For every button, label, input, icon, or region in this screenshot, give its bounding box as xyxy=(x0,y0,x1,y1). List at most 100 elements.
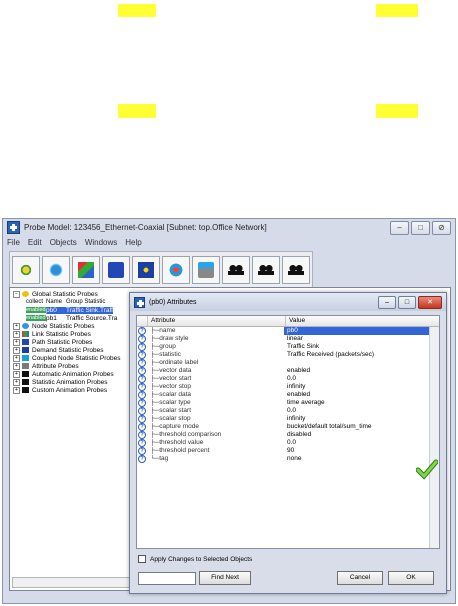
attribute-value[interactable]: disabled xyxy=(284,431,439,439)
help-icon[interactable]: ? xyxy=(138,399,146,407)
attribute-value[interactable]: infinity xyxy=(284,415,439,423)
tree-item-category[interactable]: + Custom Animation Probes xyxy=(12,386,137,394)
table-row[interactable]: ? ├─group Traffic Sink xyxy=(137,343,439,351)
help-icon[interactable]: ? xyxy=(138,327,146,335)
probe-row-pb1[interactable]: enabled pb1 Traffic Source.Tra xyxy=(12,314,137,322)
help-icon[interactable]: ? xyxy=(138,335,146,343)
expand-icon[interactable]: + xyxy=(13,362,20,370)
tree-item-category[interactable]: + Automatic Animation Probes xyxy=(12,370,137,378)
tree-item-category[interactable]: + Link Statistic Probes xyxy=(12,330,137,338)
attribute-value[interactable]: enabled xyxy=(284,367,439,375)
help-icon[interactable]: ? xyxy=(138,351,146,359)
help-icon[interactable]: ? xyxy=(138,455,146,463)
attribute-value[interactable] xyxy=(284,359,439,367)
help-icon[interactable]: ? xyxy=(138,423,146,431)
custom-animation-icon[interactable] xyxy=(282,256,310,284)
expand-icon[interactable]: + xyxy=(13,386,20,394)
expand-icon[interactable]: + xyxy=(13,354,20,362)
help-icon[interactable]: ? xyxy=(138,367,146,375)
expand-icon[interactable]: + xyxy=(13,370,20,378)
menu-help[interactable]: Help xyxy=(125,238,141,247)
apply-changes-checkbox[interactable] xyxy=(138,555,146,563)
attribute-value[interactable]: linear xyxy=(284,335,439,343)
minimize-button[interactable]: – xyxy=(378,296,396,309)
expand-icon[interactable]: + xyxy=(13,330,20,338)
column-attribute[interactable]: Attribute xyxy=(148,316,286,326)
tree-item-category[interactable]: + Node Statistic Probes xyxy=(12,322,137,330)
attribute-value[interactable]: time average xyxy=(284,399,439,407)
expand-icon[interactable]: + xyxy=(13,346,20,354)
find-next-button[interactable]: Find Next xyxy=(199,571,251,585)
animation-probe-icon[interactable] xyxy=(222,256,250,284)
table-row[interactable]: ? ├─vector start 0.0 xyxy=(137,375,439,383)
tree-item-category[interactable]: + Attribute Probes xyxy=(12,362,137,370)
ok-button[interactable]: OK xyxy=(388,571,434,585)
attribute-probe-icon[interactable] xyxy=(192,256,220,284)
attribute-value[interactable]: bucket/default total/sum_time xyxy=(284,423,439,431)
help-icon[interactable]: ? xyxy=(138,431,146,439)
collapse-icon[interactable]: − xyxy=(13,290,20,298)
table-row[interactable]: ? ├─scalar stop infinity xyxy=(137,415,439,423)
maximize-button[interactable]: □ xyxy=(411,221,430,235)
tree-item-category[interactable]: + Path Statistic Probes xyxy=(12,338,137,346)
help-icon[interactable]: ? xyxy=(138,415,146,423)
cancel-button[interactable]: Cancel xyxy=(337,571,383,585)
probe-row-pb0[interactable]: enabled pb0 Traffic Sink.Traff xyxy=(12,306,137,314)
table-row[interactable]: ? └─tag none xyxy=(137,455,439,463)
horizontal-scrollbar[interactable] xyxy=(12,577,134,588)
tree-item-global[interactable]: − Global Statistic Probes xyxy=(12,290,137,298)
help-icon[interactable]: ? xyxy=(138,343,146,351)
column-value[interactable]: Value xyxy=(286,316,439,326)
demand-statistic-probe-icon[interactable] xyxy=(132,256,160,284)
coupled-probe-icon[interactable] xyxy=(162,256,190,284)
table-row[interactable]: ? ├─vector data enabled xyxy=(137,367,439,375)
table-row[interactable]: ? ├─threshold comparison disabled xyxy=(137,431,439,439)
attribute-value[interactable]: infinity xyxy=(284,383,439,391)
menu-objects[interactable]: Objects xyxy=(50,238,77,247)
table-row[interactable]: ? ├─statistic Traffic Received (packets/se… xyxy=(137,351,439,359)
vertical-scrollbar[interactable] xyxy=(429,327,439,548)
menu-windows[interactable]: Windows xyxy=(85,238,117,247)
attribute-value[interactable]: 0.0 xyxy=(284,407,439,415)
close-button[interactable]: ⊘ xyxy=(432,221,451,235)
apply-changes-option[interactable]: Apply Changes to Selected Objects xyxy=(138,555,252,563)
attribute-value[interactable]: pb0 xyxy=(284,327,439,335)
table-row[interactable]: ? ├─scalar start 0.0 xyxy=(137,407,439,415)
table-row[interactable]: ? ├─name pb0 xyxy=(137,327,439,335)
expand-icon[interactable]: + xyxy=(13,322,20,330)
menu-file[interactable]: File xyxy=(7,238,20,247)
table-row[interactable]: ? ├─capture mode bucket/default total/sum_… xyxy=(137,423,439,431)
table-row[interactable]: ? ├─scalar data enabled xyxy=(137,391,439,399)
help-icon[interactable]: ? xyxy=(138,439,146,447)
tree-item-category[interactable]: + Demand Statistic Probes xyxy=(12,346,137,354)
expand-icon[interactable]: + xyxy=(13,378,20,386)
table-row[interactable]: ? ├─scalar type time average xyxy=(137,399,439,407)
table-row[interactable]: ? ├─threshold value 0.0 xyxy=(137,439,439,447)
link-statistic-probe-icon[interactable] xyxy=(72,256,100,284)
attribute-value[interactable]: 0.0 xyxy=(284,375,439,383)
tree-item-category[interactable]: + Coupled Node Statistic Probes xyxy=(12,354,137,362)
maximize-button[interactable]: □ xyxy=(398,296,416,309)
tree-item-category[interactable]: + Statistic Animation Probes xyxy=(12,378,137,386)
node-statistic-probe-icon[interactable] xyxy=(42,256,70,284)
minimize-button[interactable]: – xyxy=(390,221,409,235)
table-row[interactable]: ? ├─vector stop infinity xyxy=(137,383,439,391)
close-button[interactable]: ✕ xyxy=(418,296,442,309)
attribute-value[interactable]: 0.0 xyxy=(284,439,439,447)
table-row[interactable]: ? ├─ordinate label xyxy=(137,359,439,367)
attribute-value[interactable]: Traffic Received (packets/sec) xyxy=(284,351,439,359)
help-icon[interactable]: ? xyxy=(138,407,146,415)
help-icon[interactable]: ? xyxy=(138,359,146,367)
table-row[interactable]: ? ├─threshold percent 90 xyxy=(137,447,439,455)
menu-edit[interactable]: Edit xyxy=(28,238,42,247)
find-input[interactable] xyxy=(138,571,196,585)
attribute-value[interactable]: 90 xyxy=(284,447,439,455)
help-icon[interactable]: ? xyxy=(138,391,146,399)
global-statistic-probe-icon[interactable] xyxy=(12,256,40,284)
help-icon[interactable]: ? xyxy=(138,375,146,383)
table-row[interactable]: ? ├─draw style linear xyxy=(137,335,439,343)
statistic-animation-icon[interactable] xyxy=(252,256,280,284)
attribute-value[interactable]: Traffic Sink xyxy=(284,343,439,351)
help-icon[interactable]: ? xyxy=(138,447,146,455)
attribute-value[interactable]: enabled xyxy=(284,391,439,399)
